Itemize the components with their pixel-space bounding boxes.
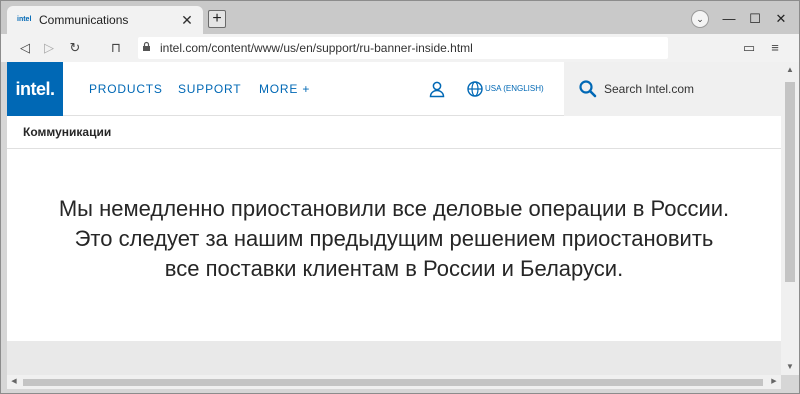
scroll-up-icon[interactable]: ▲ xyxy=(781,62,799,78)
scroll-down-icon[interactable]: ▼ xyxy=(781,359,799,375)
tab-communications[interactable]: intel Communications ✕ xyxy=(7,6,203,34)
tab-close-icon[interactable]: ✕ xyxy=(179,12,195,28)
back-button[interactable]: ◁ xyxy=(15,38,35,58)
wallet-icon[interactable]: ▭ xyxy=(739,38,759,58)
tab-list-button[interactable]: ⌄ xyxy=(691,10,709,28)
page-viewport: intel. PRODUCTS SUPPORT MORE + USA (ENGL… xyxy=(7,62,781,375)
intel-logo[interactable]: intel. xyxy=(7,62,63,116)
url-text[interactable]: intel.com/content/www/us/en/support/ru-b… xyxy=(160,41,473,55)
nav-support[interactable]: SUPPORT xyxy=(178,82,241,96)
language-selector[interactable]: USA (ENGLISH) xyxy=(485,84,544,93)
scroll-right-icon[interactable]: ▶ xyxy=(767,375,781,389)
tab-title: Communications xyxy=(39,13,129,27)
address-bar[interactable]: intel.com/content/www/us/en/support/ru-b… xyxy=(138,37,668,59)
statement-text: Мы немедленно приостановили все деловые … xyxy=(7,194,781,284)
intel-favicon-icon: intel xyxy=(17,16,32,23)
intel-header: intel. PRODUCTS SUPPORT MORE + USA (ENGL… xyxy=(7,62,781,116)
user-icon[interactable] xyxy=(428,80,446,98)
globe-icon[interactable] xyxy=(466,80,484,98)
statement-line-2: Это следует за нашим предыдущим решением… xyxy=(74,226,714,251)
tab-strip: intel Communications ✕ + ⌄ — ☐ ✕ xyxy=(1,1,799,34)
vertical-scrollbar[interactable]: ▲ ▼ xyxy=(781,62,799,375)
maximize-button[interactable]: ☐ xyxy=(745,11,765,27)
search-box[interactable]: Search Intel.com xyxy=(564,62,781,116)
browser-window: intel Communications ✕ + ⌄ — ☐ ✕ ◁ ▷ ↻ ⊓… xyxy=(0,0,800,394)
nav-products[interactable]: PRODUCTS xyxy=(89,82,163,96)
horizontal-scrollbar[interactable]: ◀ ▶ xyxy=(7,375,781,389)
new-tab-button[interactable]: + xyxy=(208,10,226,28)
vertical-scroll-thumb[interactable] xyxy=(785,82,795,282)
minimize-button[interactable]: — xyxy=(719,11,739,26)
footer-band xyxy=(7,341,781,375)
forward-button[interactable]: ▷ xyxy=(39,38,59,58)
statement-line-1: Мы немедленно приостановили все деловые … xyxy=(58,196,730,221)
scroll-left-icon[interactable]: ◀ xyxy=(7,375,21,389)
lock-icon xyxy=(142,41,152,55)
breadcrumb: Коммуникации xyxy=(7,117,781,149)
reload-button[interactable]: ↻ xyxy=(65,38,85,58)
statement-line-3: все поставки клиентам в России и Беларус… xyxy=(164,256,624,281)
bookmark-icon[interactable]: ⊓ xyxy=(106,38,126,58)
nav-more[interactable]: MORE + xyxy=(259,82,310,96)
horizontal-scroll-thumb[interactable] xyxy=(23,379,763,386)
page-section-title: Коммуникации xyxy=(23,125,112,139)
menu-icon[interactable]: ≡ xyxy=(765,38,785,58)
close-window-button[interactable]: ✕ xyxy=(771,11,791,27)
search-placeholder[interactable]: Search Intel.com xyxy=(604,82,694,96)
search-icon xyxy=(578,79,598,99)
browser-toolbar: ◁ ▷ ↻ ⊓ intel.com/content/www/us/en/supp… xyxy=(1,34,799,62)
